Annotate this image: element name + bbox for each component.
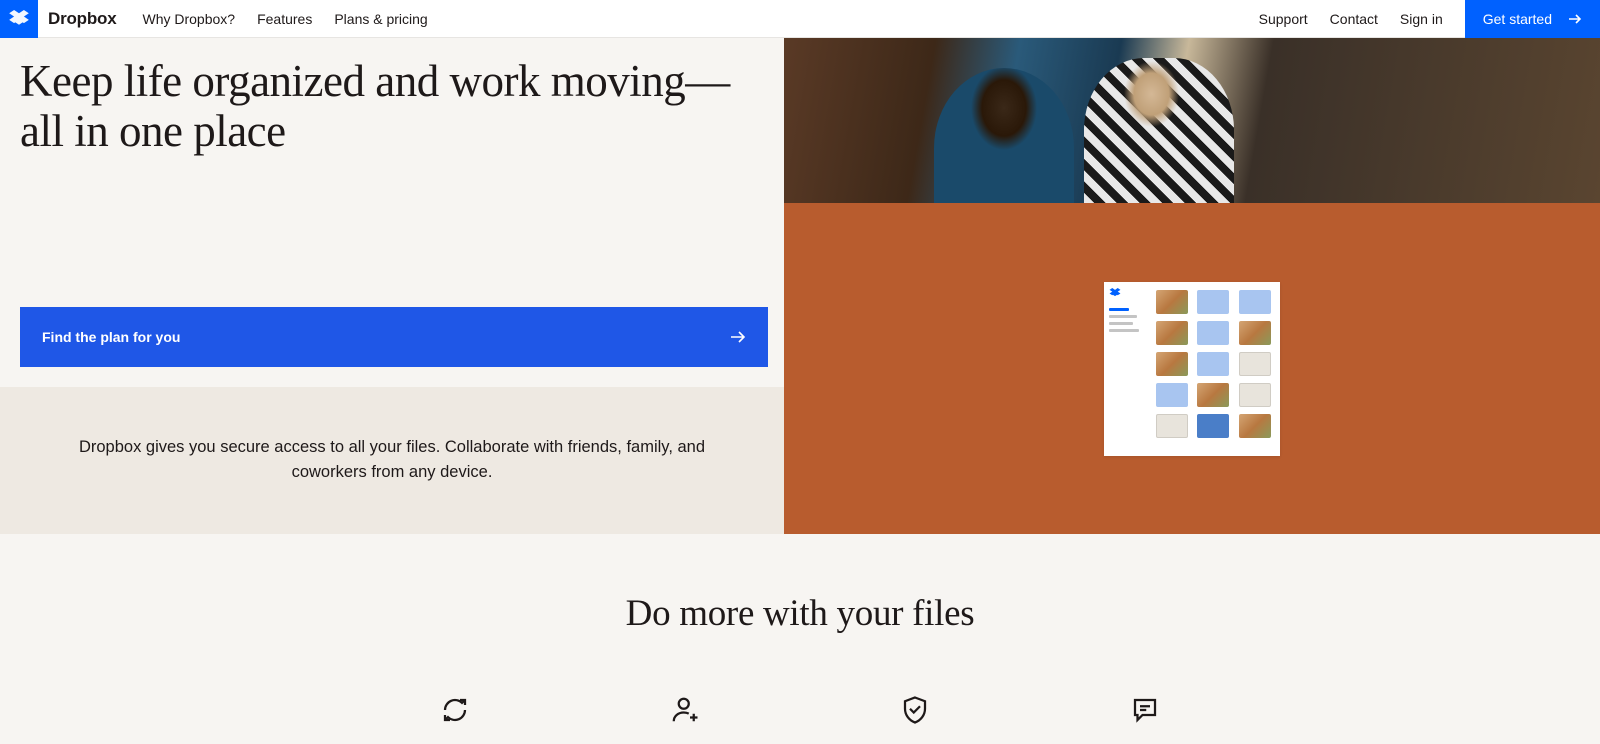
mockup-tile (1156, 352, 1188, 376)
hero-top-panel: Keep life organized and work moving—all … (0, 38, 784, 387)
mockup-tile (1156, 290, 1188, 314)
mockup-tile (1239, 383, 1271, 407)
mockup-tile (1197, 383, 1229, 407)
mockup-sidebar (1104, 282, 1148, 456)
hero-description: Dropbox gives you secure access to all y… (60, 435, 724, 486)
hero-illustration-panel (784, 203, 1600, 534)
nav-features[interactable]: Features (257, 11, 312, 27)
app-mockup (1104, 282, 1280, 456)
get-started-button[interactable]: Get started (1465, 0, 1600, 38)
mockup-tile (1197, 290, 1229, 314)
features-section: Do more with your files (0, 534, 1600, 725)
mockup-file-grid (1148, 282, 1280, 456)
mockup-nav-line (1109, 308, 1129, 311)
find-plan-label: Find the plan for you (42, 329, 180, 345)
section2-title: Do more with your files (0, 592, 1600, 635)
chat-icon (1130, 695, 1160, 725)
hero-photo (784, 38, 1600, 203)
dropbox-logo-icon[interactable] (0, 0, 38, 38)
person-add-icon (670, 695, 700, 725)
mockup-tile (1156, 383, 1188, 407)
mockup-tile (1239, 321, 1271, 345)
sync-icon (440, 695, 470, 725)
mockup-tile (1156, 414, 1188, 438)
nav-plans-pricing[interactable]: Plans & pricing (334, 11, 427, 27)
primary-nav: Why Dropbox? Features Plans & pricing (142, 11, 427, 27)
mockup-tile (1239, 414, 1271, 438)
arrow-right-icon (1568, 13, 1582, 25)
mockup-tile (1197, 414, 1229, 438)
mockup-tile (1197, 321, 1229, 345)
arrow-right-icon (730, 330, 746, 344)
shield-check-icon (900, 695, 930, 725)
mockup-nav-line (1109, 329, 1139, 332)
main-header: Dropbox Why Dropbox? Features Plans & pr… (0, 0, 1600, 38)
hero-section: Keep life organized and work moving—all … (0, 38, 1600, 534)
nav-support[interactable]: Support (1259, 11, 1308, 27)
nav-contact[interactable]: Contact (1330, 11, 1378, 27)
mockup-tile (1239, 290, 1271, 314)
feature-icon-row (0, 695, 1600, 725)
secondary-nav: Support Contact Sign in Get started (1259, 0, 1600, 38)
hero-description-panel: Dropbox gives you secure access to all y… (0, 387, 784, 534)
brand-name[interactable]: Dropbox (48, 9, 116, 29)
find-plan-button[interactable]: Find the plan for you (20, 307, 768, 367)
mockup-tile (1239, 352, 1271, 376)
hero-right-column (784, 38, 1600, 534)
nav-why-dropbox[interactable]: Why Dropbox? (142, 11, 235, 27)
get-started-label: Get started (1483, 11, 1552, 27)
mockup-tile (1156, 321, 1188, 345)
mockup-tile (1197, 352, 1229, 376)
mockup-nav-line (1109, 322, 1133, 325)
dropbox-logo-icon (1109, 288, 1121, 298)
mockup-nav-line (1109, 315, 1137, 318)
hero-title: Keep life organized and work moving—all … (20, 56, 764, 157)
hero-left-column: Keep life organized and work moving—all … (0, 38, 784, 534)
nav-sign-in[interactable]: Sign in (1400, 11, 1443, 27)
